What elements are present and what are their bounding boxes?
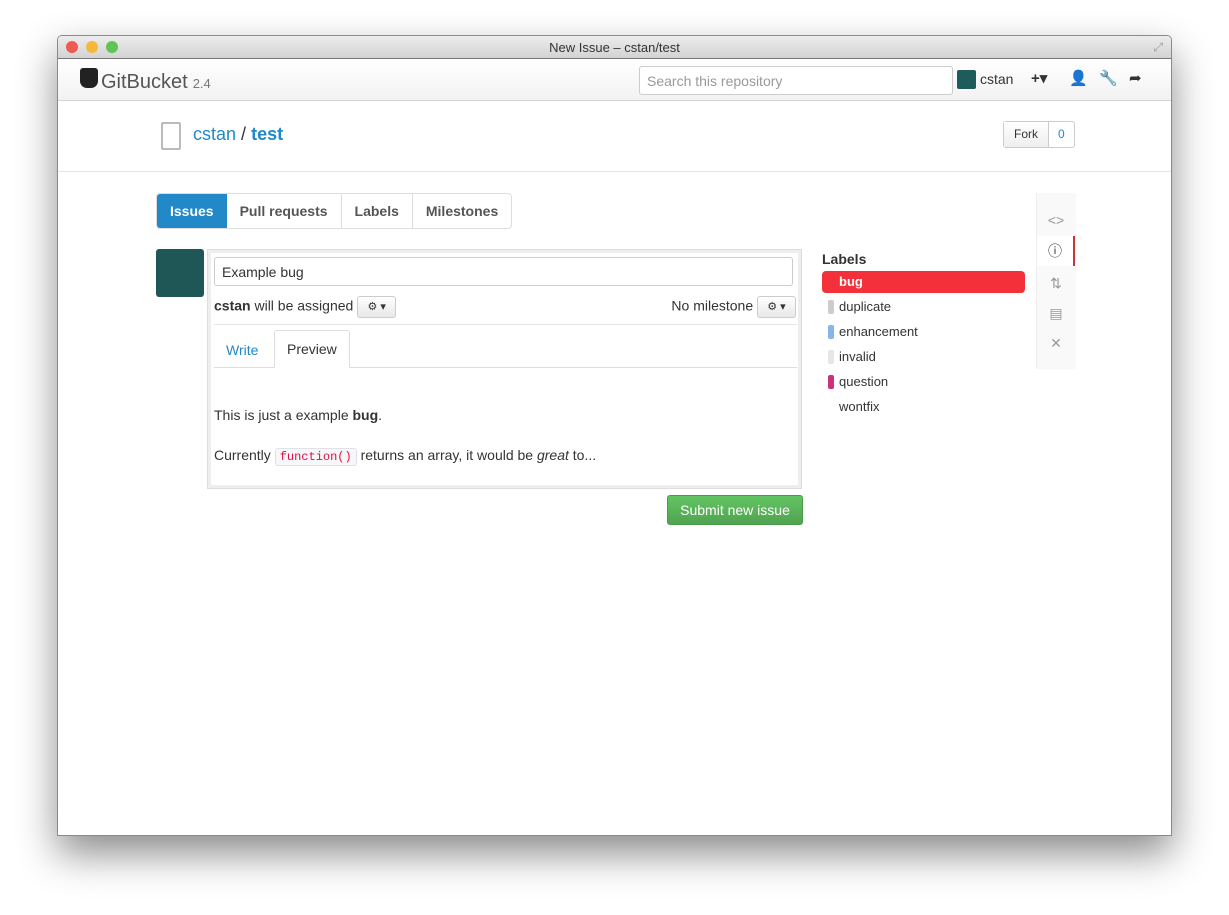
label-name: bug [839,274,863,289]
sign-out-icon[interactable]: ➦ [1129,69,1142,87]
repo-header: cstan / test Fork 0 [58,102,1171,172]
wiki-icon[interactable]: ▤ [1037,298,1075,328]
issue-title-input[interactable] [214,257,793,286]
code-icon[interactable]: <> [1037,205,1075,235]
repo-name-link[interactable]: test [251,124,283,144]
divider [214,324,797,325]
brand-version: 2.4 [192,76,211,91]
write-tab[interactable]: Write [226,342,258,358]
issues-icon[interactable]: ⓘ [1037,236,1075,266]
label-name: question [839,374,889,389]
user-avatar[interactable] [957,70,976,89]
tab-milestones[interactable]: Milestones [411,194,511,228]
preview-italic: great [536,447,569,463]
close-window-button[interactable] [66,41,78,53]
zoom-window-button[interactable] [106,41,118,53]
settings-tools-icon[interactable]: ✕ [1037,328,1075,358]
label-name: invalid [839,349,876,364]
label-wontfix[interactable]: wontfix [822,396,1025,418]
preview-tab[interactable]: Preview [274,330,350,368]
preview-text: . [378,407,383,423]
label-name: enhancement [839,324,918,339]
preview-text: returns an array, it would be [356,447,537,463]
label-name: wontfix [839,399,880,414]
breadcrumb-separator: / [241,124,247,144]
assignee-row: cstan will be assigned ⚙ ▾ [214,296,397,318]
brand-name: GitBucket [101,71,188,93]
repo-book-icon [161,122,181,150]
user-name[interactable]: cstan [980,71,1013,87]
preview-code: function() [274,448,357,466]
fork-button[interactable]: Fork [1004,122,1049,147]
preview-line-1: This is just a example bug. [214,407,382,423]
label-color-swatch [828,350,834,364]
fork-count[interactable]: 0 [1049,122,1074,147]
label-bug[interactable]: bug [822,271,1025,293]
user-icon[interactable]: 👤 [1069,69,1088,87]
preview-text: Currently [214,447,275,463]
title-bar: New Issue – cstan/test ⤢ [58,36,1171,59]
window-title: New Issue – cstan/test [549,40,680,55]
label-question[interactable]: question [822,371,1025,393]
preview-bold: bug [352,407,379,423]
milestone-gear-button[interactable]: ⚙ ▾ [757,296,796,318]
preview-text: to... [568,447,597,463]
assignee-gear-button[interactable]: ⚙ ▾ [357,296,397,318]
minimize-window-button[interactable] [86,41,98,53]
browser-window: New Issue – cstan/test ⤢ GitBucket 2.4 c… [57,35,1172,836]
fork-button-group: Fork 0 [1003,121,1075,148]
pull-request-icon[interactable]: ⇅ [1037,268,1075,298]
tab-issues[interactable]: Issues [157,194,227,228]
new-issue-form: cstan will be assigned ⚙ ▾ No milestone … [207,249,802,489]
label-color-swatch [828,300,834,314]
labels-heading: Labels [822,251,867,267]
label-color-swatch [828,375,834,389]
gitbucket-logo-icon [80,68,98,88]
repo-breadcrumb: cstan / test [193,124,283,145]
milestone-row: No milestone ⚙ ▾ [671,296,796,318]
preview-text: This is just a example [214,407,353,423]
author-avatar [156,249,204,297]
tab-labels[interactable]: Labels [340,194,412,228]
assignee-text: will be assigned [250,297,354,314]
repo-owner-link[interactable]: cstan [193,124,236,144]
label-name: duplicate [839,299,892,314]
brand[interactable]: GitBucket 2.4 [80,68,211,94]
label-duplicate[interactable]: duplicate [822,296,1025,318]
search-input[interactable] [639,66,953,95]
tab-pull-requests[interactable]: Pull requests [227,194,341,228]
fullscreen-icon[interactable]: ⤢ [1153,36,1163,59]
milestone-text: No milestone [671,297,754,314]
label-invalid[interactable]: invalid [822,346,1025,368]
wrench-icon[interactable]: 🔧 [1099,69,1118,87]
label-enhancement[interactable]: enhancement [822,321,1025,343]
label-color-swatch [828,325,834,339]
submit-new-issue-button[interactable]: Submit new issue [667,495,803,525]
issue-tabs: Issues Pull requests Labels Milestones [156,193,513,229]
navbar: GitBucket 2.4 cstan +▾ 👤 🔧 ➦ [58,59,1171,101]
preview-line-2: Currently function() returns an array, i… [214,447,597,466]
plus-dropdown-icon[interactable]: +▾ [1031,69,1047,87]
assignee-name: cstan [214,297,251,314]
